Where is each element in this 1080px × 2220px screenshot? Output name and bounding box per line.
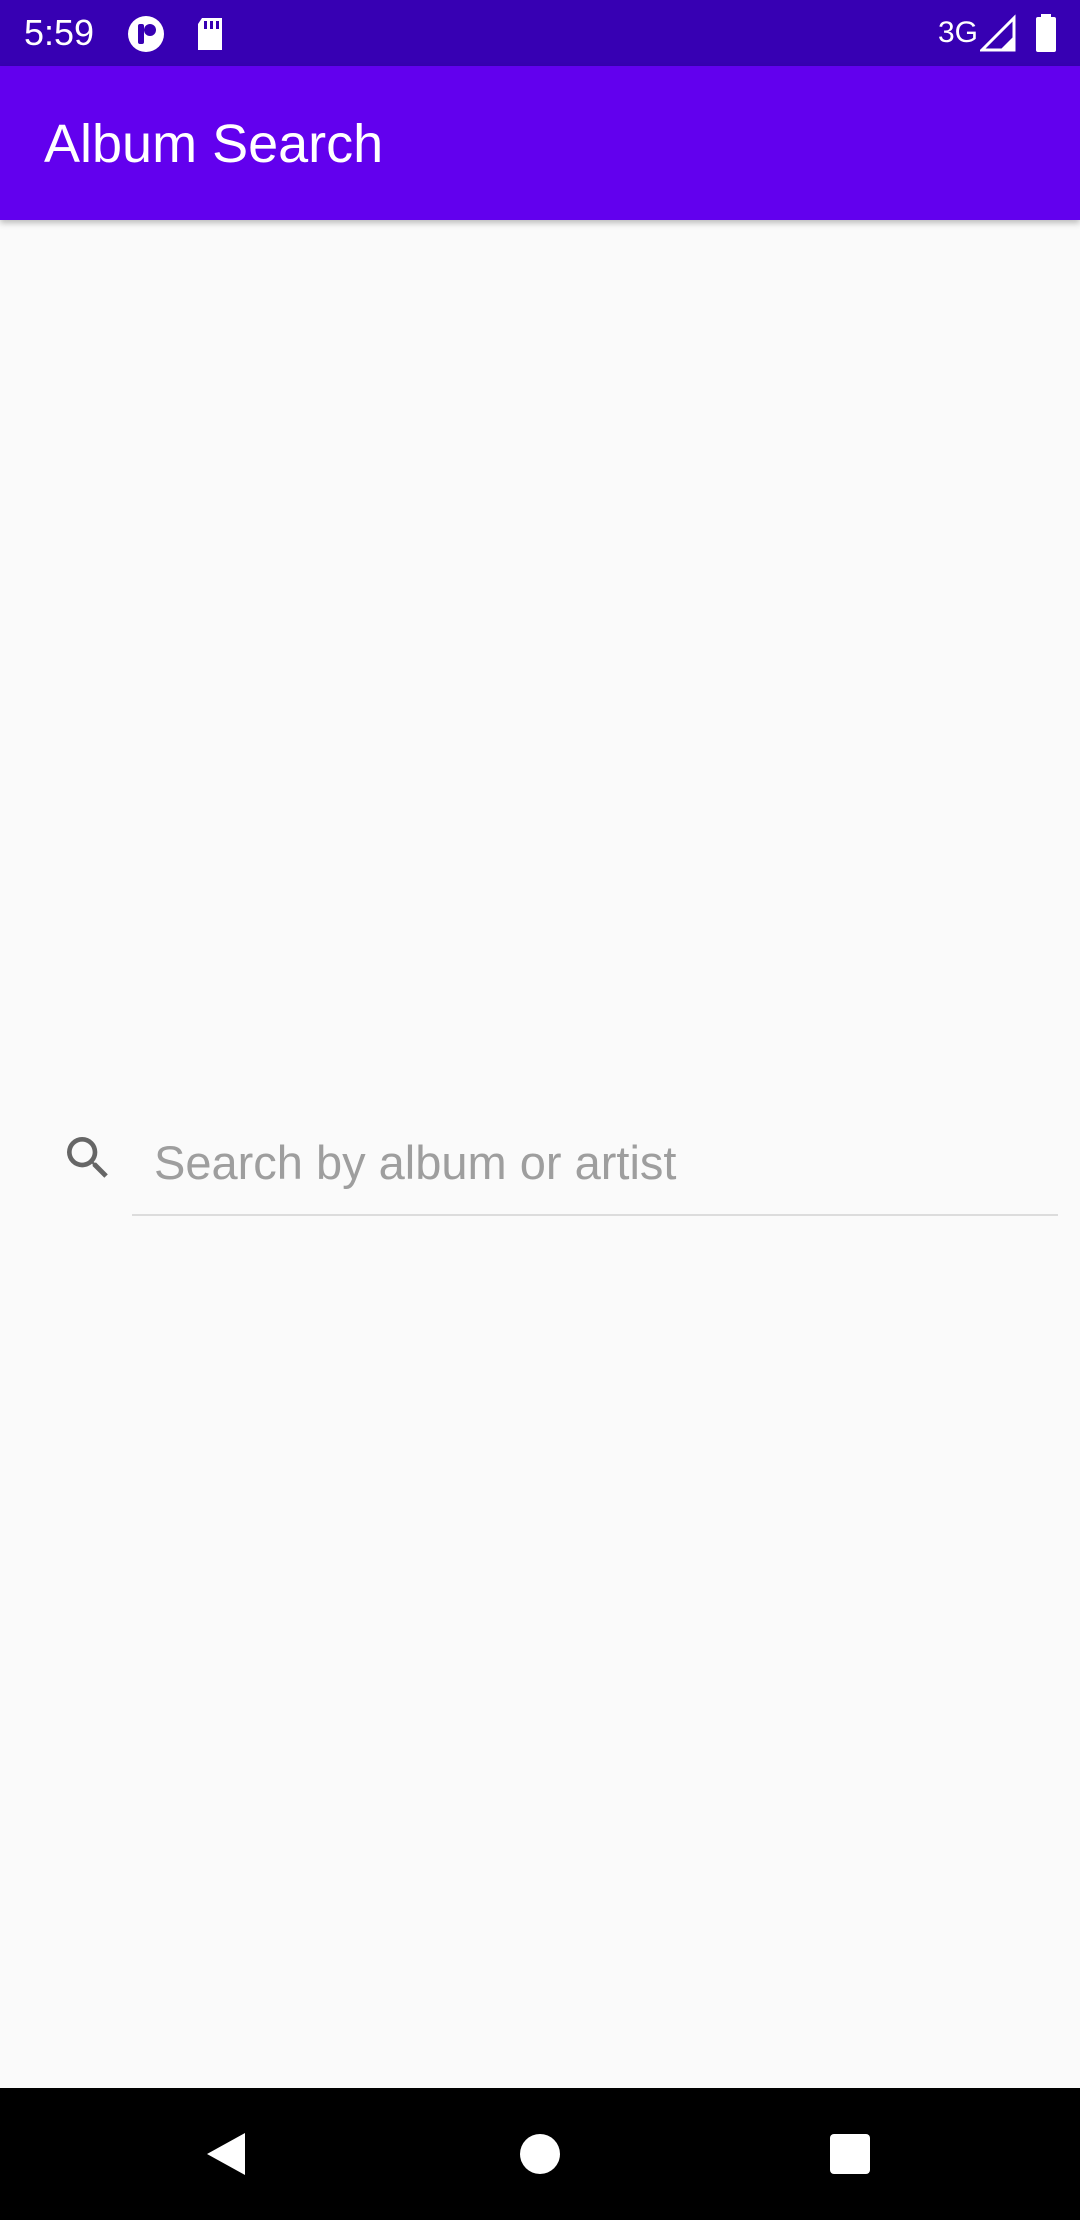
battery-icon xyxy=(1034,14,1058,54)
system-nav-bar xyxy=(0,2088,1080,2220)
network-type: 3G xyxy=(937,16,978,49)
home-icon[interactable] xyxy=(500,2114,580,2194)
notification-app-icon xyxy=(126,14,166,54)
status-bar: 5:59 3G xyxy=(0,0,1080,66)
app-bar: Album Search xyxy=(0,66,1080,220)
app-screen: 5:59 3G Album Search Search by album or … xyxy=(0,0,1080,2220)
search-input[interactable] xyxy=(132,1110,1058,1216)
status-time: 5:59 xyxy=(24,12,95,53)
recents-icon[interactable] xyxy=(810,2114,890,2194)
search-row xyxy=(0,1110,1080,1220)
page-title: Album Search xyxy=(44,114,384,174)
signal-icon xyxy=(978,14,1016,54)
search-icon xyxy=(60,1130,116,1186)
sd-card-icon xyxy=(190,14,230,54)
back-icon[interactable] xyxy=(186,2114,266,2194)
